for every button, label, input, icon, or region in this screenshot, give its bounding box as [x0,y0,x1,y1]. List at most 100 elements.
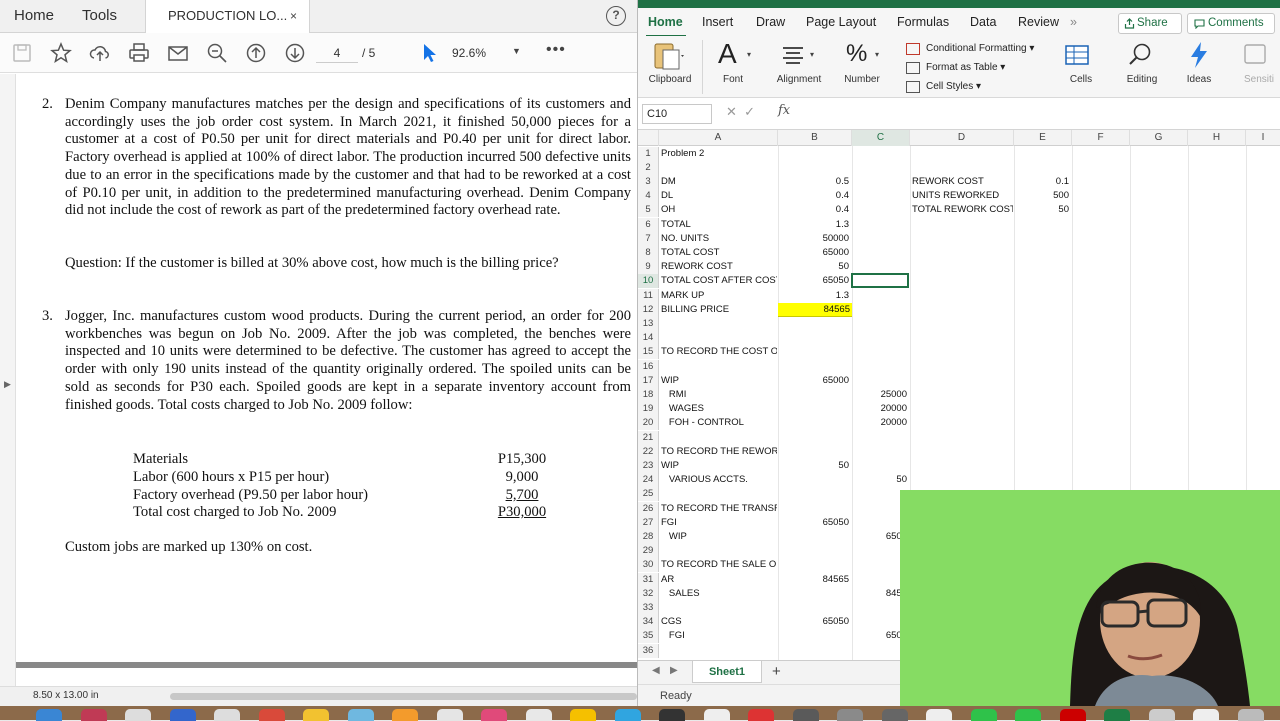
row-header[interactable]: 29 [638,544,659,559]
cell-d23[interactable] [912,459,1013,473]
cell-b9[interactable]: 50 [780,260,851,274]
cell-e2[interactable] [1016,161,1071,175]
scroll-sheets-right-icon[interactable]: ▶ [670,665,678,676]
print-icon[interactable] [128,42,150,64]
cell-d7[interactable] [912,232,1013,246]
alignment-icon[interactable] [781,45,805,65]
row-header[interactable]: 20 [638,416,659,431]
cell-d20[interactable] [912,416,1013,430]
row-header[interactable]: 25 [638,487,659,502]
cell-e12[interactable] [1016,303,1071,317]
cell-b6[interactable]: 1.3 [780,218,851,232]
add-sheet-button[interactable]: + [772,663,781,680]
cell-a4[interactable]: DL [661,189,777,203]
row-header[interactable]: 2 [638,160,659,175]
page-number-input[interactable]: 4 [316,43,358,63]
cell-e18[interactable] [1016,388,1071,402]
horizontal-scrollbar[interactable] [170,693,637,700]
cell-a26[interactable]: TO RECORD THE TRANSFER TO FGI [661,502,777,516]
cell-e14[interactable] [1016,331,1071,345]
cell-e10[interactable] [1016,274,1071,288]
cell-d16[interactable] [912,360,1013,374]
cell-e19[interactable] [1016,402,1071,416]
column-header-i[interactable]: I [1246,130,1280,146]
dock-app-icon[interactable] [258,709,285,721]
cell-d6[interactable] [912,218,1013,232]
cell-c18[interactable]: 25000 [854,388,909,402]
column-header-a[interactable]: A [659,130,778,146]
cell-e5[interactable]: 50 [1016,203,1071,217]
tab-draw[interactable]: Draw [756,15,785,29]
cell-c3[interactable] [854,175,909,189]
dock-app-icon[interactable] [303,709,329,721]
tab-formulas[interactable]: Formulas [897,15,949,29]
cell-a30[interactable]: TO RECORD THE SALE OF THE UNITS [661,558,777,572]
row-header[interactable]: 11 [638,288,659,303]
cell-e9[interactable] [1016,260,1071,274]
select-all-corner[interactable] [638,130,659,146]
dock-app-icon[interactable] [169,709,196,721]
column-header-f[interactable]: F [1072,130,1130,146]
row-header[interactable]: 16 [638,359,659,374]
cell-b24[interactable] [780,473,851,487]
cell-a31[interactable]: AR [661,573,777,587]
row-header[interactable]: 21 [638,430,659,445]
cell-a14[interactable] [661,331,777,345]
cell-d3[interactable]: REWORK COST [912,175,1013,189]
row-header[interactable]: 6 [638,217,659,232]
name-box[interactable]: C10 [642,104,712,124]
paste-icon[interactable] [652,41,686,71]
cell-e23[interactable] [1016,459,1071,473]
dock-app-icon[interactable] [392,709,418,721]
column-header-c[interactable]: C [852,130,910,146]
cell-c1[interactable] [854,147,909,161]
cell-a36[interactable] [661,644,777,658]
row-header[interactable]: 5 [638,203,659,218]
cell-d5[interactable]: TOTAL REWORK COST [912,203,1013,217]
cell-d22[interactable] [912,445,1013,459]
cell-a5[interactable]: OH [661,203,777,217]
cell-a16[interactable] [661,360,777,374]
sheet-tab-sheet1[interactable]: Sheet1 [692,661,762,683]
cell-c5[interactable] [854,203,909,217]
previous-page-icon[interactable] [245,42,267,64]
cell-b26[interactable] [780,502,851,516]
close-tab-icon[interactable]: × [290,0,297,32]
dock-app-icon[interactable] [1059,709,1086,721]
sensitivity-icon[interactable] [1242,42,1268,66]
cell-b33[interactable] [780,601,851,615]
cell-c17[interactable] [854,374,909,388]
tab-home[interactable]: Home [14,0,54,33]
dock-app-icon[interactable] [436,709,463,721]
cell-a6[interactable]: TOTAL [661,218,777,232]
save-icon[interactable] [11,42,33,64]
row-header[interactable]: 30 [638,558,659,573]
search-icon[interactable] [1128,42,1154,68]
cell-a19[interactable]: WAGES [661,402,777,416]
cell-b2[interactable] [780,161,851,175]
percent-icon[interactable]: % [846,40,867,68]
cell-b32[interactable] [780,587,851,601]
dock-app-icon[interactable] [970,709,997,721]
cell-a8[interactable]: TOTAL COST [661,246,777,260]
dock-app-icon[interactable] [837,709,863,721]
cell-a28[interactable]: WIP [661,530,777,544]
font-icon[interactable]: A [718,38,737,70]
cell-b1[interactable] [780,147,851,161]
cell-e13[interactable] [1016,317,1071,331]
tab-data[interactable]: Data [970,15,996,29]
cell-b21[interactable] [780,431,851,445]
cell-b4[interactable]: 0.4 [780,189,851,203]
next-page-icon[interactable] [284,42,306,64]
dock-app-icon[interactable] [881,709,908,721]
cell-e4[interactable]: 500 [1016,189,1071,203]
cell-b30[interactable] [780,558,851,572]
cell-d2[interactable] [912,161,1013,175]
cell-b34[interactable]: 65050 [780,615,851,629]
dock-app-icon[interactable] [1193,709,1219,721]
cell-b19[interactable] [780,402,851,416]
cell-b20[interactable] [780,416,851,430]
row-header[interactable]: 13 [638,316,659,332]
row-header[interactable]: 36 [638,643,659,658]
cell-b7[interactable]: 50000 [780,232,851,246]
